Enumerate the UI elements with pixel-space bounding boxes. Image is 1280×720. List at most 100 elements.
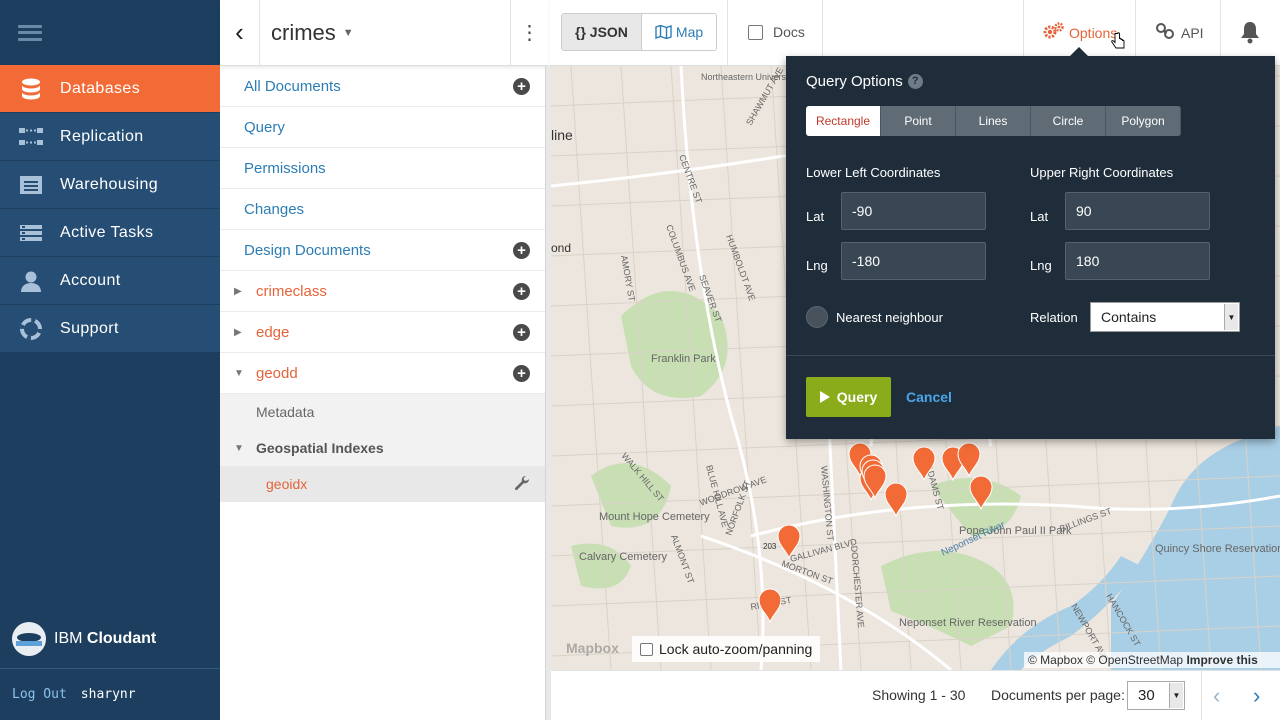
relation-value: Contains bbox=[1101, 309, 1157, 325]
design-doc-geodd[interactable]: ▼ geodd + bbox=[220, 353, 548, 394]
design-doc-crimeclass[interactable]: ▶ crimeclass + bbox=[220, 271, 548, 312]
results-footer: Showing 1 - 30 Documents per page: 30 ▼ … bbox=[551, 670, 1280, 720]
triangle-right-icon: ▶ bbox=[234, 326, 242, 338]
next-page-button[interactable]: › bbox=[1253, 683, 1260, 709]
map-view-button[interactable]: Map bbox=[641, 14, 717, 50]
nav-item-label: Databases bbox=[60, 79, 141, 97]
sidebar-item-all-documents[interactable]: All Documents + bbox=[220, 66, 548, 107]
sidebar-item-label: Changes bbox=[244, 200, 305, 218]
sidebar-item-label: Permissions bbox=[244, 159, 326, 177]
map-label: Neponset River Reservation bbox=[899, 617, 1037, 629]
database-selector[interactable]: crimes ▼ bbox=[260, 20, 510, 46]
options-button[interactable]: Options bbox=[1043, 22, 1117, 43]
sidebar-item-design-documents[interactable]: Design Documents + bbox=[220, 230, 548, 271]
tasks-icon bbox=[18, 221, 44, 245]
run-query-button[interactable]: Query bbox=[806, 377, 891, 417]
design-doc-label: crimeclass bbox=[256, 282, 327, 300]
hand-cursor-icon bbox=[1110, 32, 1126, 57]
sidebar-item-changes[interactable]: Changes bbox=[220, 189, 548, 230]
design-doc-label: geodd bbox=[256, 364, 298, 382]
nav-item-label: Active Tasks bbox=[60, 223, 154, 241]
kebab-icon: ⋮ bbox=[519, 22, 540, 44]
cloudant-logo-icon bbox=[12, 622, 46, 656]
shape-tabs: Rectangle Point Lines Circle Polygon bbox=[806, 106, 1181, 136]
lower-left-lat-input[interactable] bbox=[841, 192, 986, 230]
user-icon bbox=[18, 269, 44, 293]
nav-footer: Log Out sharynr bbox=[0, 668, 220, 720]
lifebuoy-icon bbox=[18, 317, 44, 341]
notifications-button[interactable] bbox=[1240, 20, 1260, 49]
sidebar-item-permissions[interactable]: Permissions bbox=[220, 148, 548, 189]
nearest-neighbour-radio[interactable] bbox=[806, 306, 828, 328]
popup-title-text: Query Options bbox=[806, 73, 903, 90]
nav-item-databases[interactable]: Databases bbox=[0, 65, 220, 113]
more-menu-button[interactable]: ⋮ bbox=[510, 0, 548, 66]
sidebar-item-label: Query bbox=[244, 118, 285, 136]
brand: IBM Cloudant bbox=[12, 622, 156, 656]
sidebar-item-label: Design Documents bbox=[244, 241, 371, 259]
chevron-right-icon: › bbox=[1253, 683, 1261, 708]
tab-point[interactable]: Point bbox=[881, 106, 956, 136]
map-label: Calvary Cemetery bbox=[579, 551, 668, 563]
lock-label: Lock auto-zoom/panning bbox=[659, 641, 813, 657]
nav-item-warehousing[interactable]: Warehousing bbox=[0, 161, 220, 209]
query-options-popup: Query Options ? Rectangle Point Lines Ci… bbox=[786, 47, 1275, 439]
nav-item-support[interactable]: Support bbox=[0, 305, 220, 353]
wrench-icon[interactable] bbox=[514, 475, 530, 494]
nav-item-label: Warehousing bbox=[60, 175, 159, 193]
design-doc-edge[interactable]: ▶ edge + bbox=[220, 312, 548, 353]
nav-item-account[interactable]: Account bbox=[0, 257, 220, 305]
view-toggle: {} JSON Map bbox=[561, 13, 718, 51]
nav-item-replication[interactable]: Replication bbox=[0, 113, 220, 161]
previous-page-button[interactable]: ‹ bbox=[1213, 683, 1220, 709]
json-label: JSON bbox=[589, 24, 628, 40]
nav-item-active-tasks[interactable]: Active Tasks bbox=[0, 209, 220, 257]
lock-checkbox[interactable] bbox=[640, 642, 653, 656]
upper-right-lat-input[interactable] bbox=[1065, 192, 1210, 230]
docs-toggle[interactable]: Docs bbox=[748, 24, 805, 40]
back-button[interactable]: ‹ bbox=[220, 0, 260, 66]
lock-zoom-toggle[interactable]: Lock auto-zoom/panning bbox=[632, 636, 821, 662]
brand-prefix: IBM bbox=[54, 630, 83, 647]
add-icon[interactable]: + bbox=[513, 282, 530, 300]
tab-circle[interactable]: Circle bbox=[1031, 106, 1106, 136]
relation-select[interactable]: Contains ▼ bbox=[1090, 302, 1240, 332]
database-icon bbox=[18, 77, 44, 101]
geospatial-indexes-header[interactable]: ▼ Geospatial Indexes bbox=[220, 430, 548, 466]
link-icon bbox=[1155, 22, 1181, 43]
database-sidebar: ‹ crimes ▼ ⋮ All Documents + Query Permi… bbox=[220, 0, 548, 720]
add-icon[interactable]: + bbox=[513, 77, 530, 95]
lower-left-lng-input[interactable] bbox=[841, 242, 986, 280]
per-page-select[interactable]: 30 ▼ bbox=[1127, 681, 1185, 710]
add-icon[interactable]: + bbox=[513, 241, 530, 259]
tab-rectangle[interactable]: Rectangle bbox=[806, 106, 881, 136]
metadata-item[interactable]: Metadata bbox=[220, 394, 548, 430]
logout-link[interactable]: Log Out bbox=[12, 687, 67, 702]
index-item-geoidx[interactable]: geoidx bbox=[220, 466, 548, 502]
upper-right-lng-input[interactable] bbox=[1065, 242, 1210, 280]
docs-checkbox[interactable] bbox=[748, 24, 763, 40]
sidebar-item-query[interactable]: Query bbox=[220, 107, 548, 148]
help-icon[interactable]: ? bbox=[907, 74, 923, 89]
tab-lines[interactable]: Lines bbox=[956, 106, 1031, 136]
nav-item-label: Account bbox=[60, 271, 121, 289]
add-icon[interactable]: + bbox=[513, 323, 530, 341]
pager-divider bbox=[1201, 671, 1202, 720]
add-icon[interactable]: + bbox=[513, 364, 530, 382]
mapbox-attribution-link[interactable]: © Mapbox bbox=[1028, 653, 1083, 667]
metadata-label: Metadata bbox=[256, 404, 315, 420]
toolbar-divider bbox=[727, 0, 728, 66]
database-name: crimes bbox=[271, 19, 336, 45]
api-button[interactable]: API bbox=[1155, 22, 1204, 43]
osm-attribution-link[interactable]: © OpenStreetMap bbox=[1086, 653, 1183, 667]
tab-polygon[interactable]: Polygon bbox=[1106, 106, 1181, 136]
popup-divider bbox=[786, 355, 1275, 356]
sidebar-header: ‹ crimes ▼ ⋮ bbox=[220, 0, 548, 66]
cancel-link[interactable]: Cancel bbox=[906, 389, 952, 405]
lower-left-heading: Lower Left Coordinates bbox=[806, 165, 941, 180]
hamburger-menu-icon[interactable] bbox=[18, 24, 42, 41]
json-braces-icon: {} bbox=[575, 24, 586, 40]
play-icon bbox=[819, 391, 830, 403]
triangle-right-icon: ▶ bbox=[234, 285, 242, 297]
json-view-button[interactable]: {} JSON bbox=[562, 14, 642, 50]
